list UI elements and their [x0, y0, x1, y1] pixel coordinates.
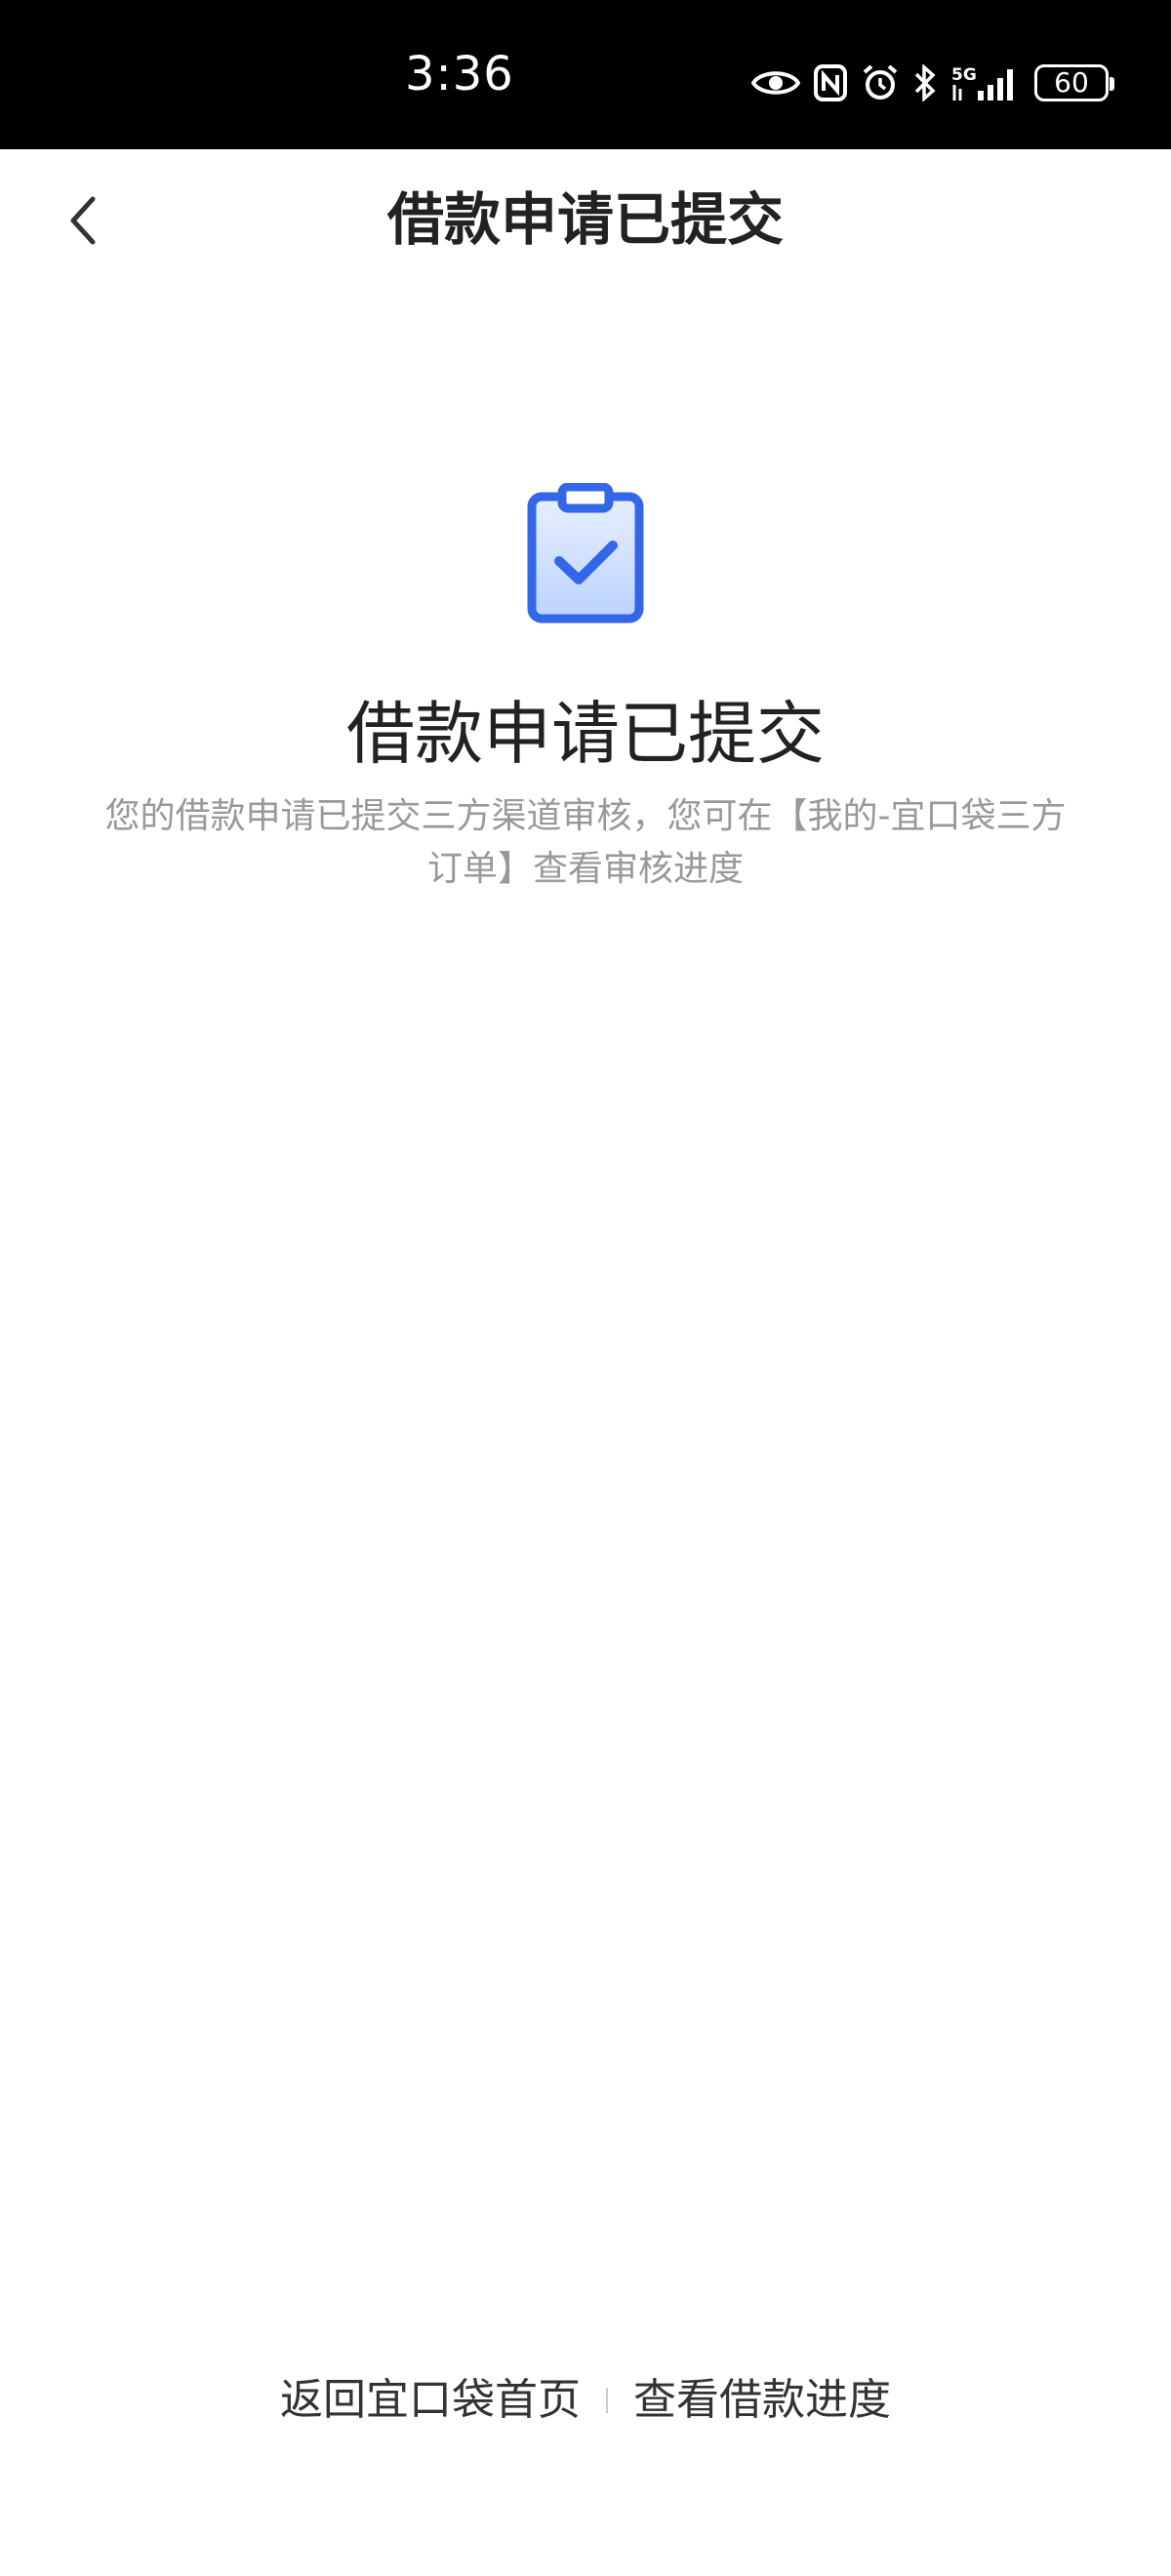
status-time: 3:36 — [405, 47, 514, 101]
battery-icon: 60 — [1034, 64, 1114, 101]
status-bar: 3:36 5G 60 — [0, 0, 1171, 149]
page-title: 借款申请已提交 — [386, 186, 784, 253]
back-to-home-link[interactable]: 返回宜口袋首页 — [280, 2375, 581, 2427]
clipboard-check-icon — [527, 482, 644, 624]
nav-bar: 借款申请已提交 — [0, 149, 1171, 296]
eye-icon — [751, 67, 800, 99]
result-description: 您的借款申请已提交三方渠道审核，您可在【我的-宜口袋三方订单】查看审核进度 — [104, 796, 1067, 889]
signal-icon: 5G — [950, 63, 1021, 102]
status-icons: 5G 60 — [751, 59, 1114, 107]
bluetooth-icon — [913, 64, 937, 101]
footer-divider — [606, 2388, 608, 2413]
network-type: 5G — [951, 65, 977, 85]
view-loan-progress-link[interactable]: 查看借款进度 — [633, 2375, 891, 2427]
nfc-icon — [814, 64, 847, 101]
alarm-icon — [861, 63, 900, 102]
result-title: 借款申请已提交 — [346, 694, 825, 774]
footer-links: 返回宜口袋首页 查看借款进度 — [0, 2366, 1171, 2435]
